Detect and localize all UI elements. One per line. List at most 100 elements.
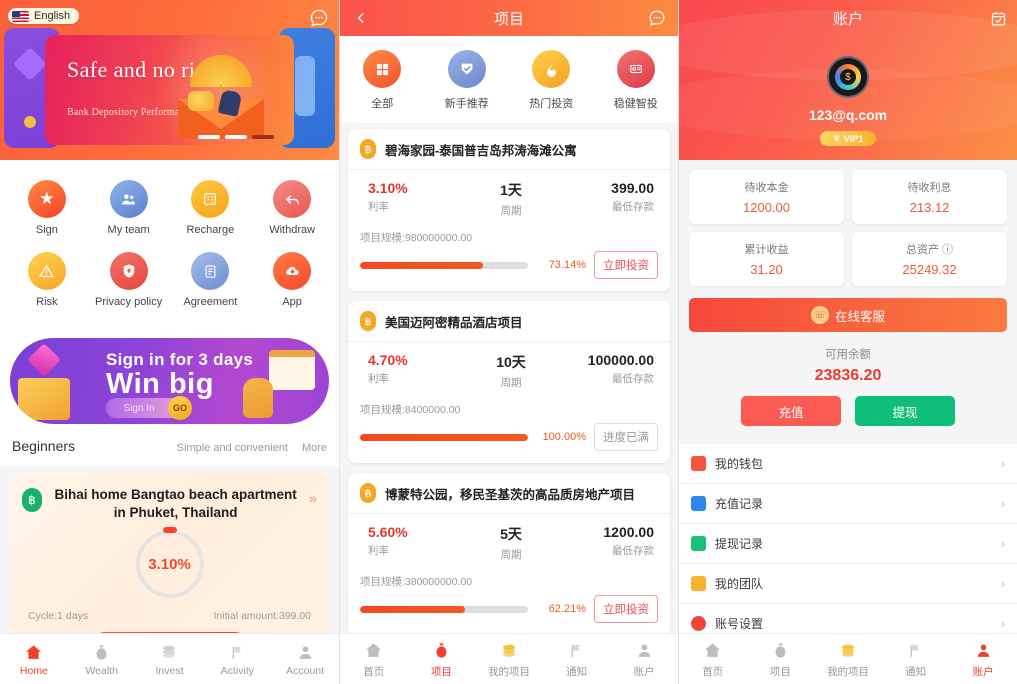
home-icon — [364, 640, 383, 662]
tab-label: Home — [19, 665, 48, 677]
tab-projects[interactable]: 项目 — [408, 640, 476, 679]
invest-now-button: 进度已满 — [594, 423, 658, 451]
beginner-card-cycle: Cycle:1 days — [28, 610, 89, 623]
project-cycle-label: 周期 — [500, 549, 522, 561]
progress-percent: 62.21% — [548, 603, 586, 615]
quick-action-risk[interactable]: Risk — [6, 246, 88, 318]
project-min-label: 最低存款 — [611, 373, 654, 385]
tab-account[interactable]: Account — [271, 641, 339, 677]
crown-icon: ♛ — [832, 133, 841, 143]
category-new-recommend[interactable]: 新手推荐 — [425, 50, 510, 111]
menu-item-withdraw-records[interactable]: 提现记录 › — [679, 524, 1017, 564]
shield-lock-icon — [109, 252, 148, 290]
chevron-right-icon: › — [1000, 616, 1005, 631]
project-rate-value: 5.60% — [368, 524, 408, 540]
project-rate-label: 利率 — [368, 373, 389, 385]
menu-item-my-wallet[interactable]: 我的钱包 › — [679, 444, 1017, 484]
chevron-double-right-icon[interactable]: » — [309, 490, 317, 506]
account-header: 账户 — [679, 0, 1017, 36]
quick-action-withdraw[interactable]: Withdraw — [251, 174, 333, 246]
withdraw-record-icon — [691, 536, 706, 551]
tab-notice[interactable]: 通知 — [882, 640, 950, 679]
project-cycle-label: 周期 — [500, 205, 522, 217]
account-stat-grid: 待收本金 1200.00 待收利息 213.12 累计收益 31.20 总资产 … — [679, 160, 1017, 296]
language-label: English — [34, 10, 71, 22]
quick-action-label: Agreement — [183, 296, 238, 308]
tab-invest[interactable]: Invest — [136, 641, 204, 677]
signin-promo-banner[interactable]: Sign in for 3 days Win big Sign In GO — [10, 338, 329, 424]
tab-projects[interactable]: 项目 — [747, 640, 815, 679]
stat-total-assets[interactable]: 总资产 ⓘ 25249.32 — [852, 232, 1007, 286]
project-card[interactable]: ฿ 美国迈阿密精品酒店项目 4.70% 利率 10天 周期 100000.00 … — [348, 301, 670, 463]
stat-pending-interest[interactable]: 待收利息 213.12 — [852, 170, 1007, 224]
projects-header: 项目 — [340, 0, 678, 36]
quick-action-app[interactable]: App — [251, 246, 333, 318]
project-min-label: 最低存款 — [611, 545, 654, 557]
account-tabbar: 首页 项目 我的项目 通知 账户 — [679, 633, 1017, 684]
flag-icon — [229, 641, 246, 663]
quick-action-my-team[interactable]: My team — [88, 174, 170, 246]
tab-home[interactable]: 首页 — [679, 640, 747, 679]
quick-action-privacy-policy[interactable]: Privacy policy — [88, 246, 170, 318]
category-hot-investment[interactable]: 热门投资 — [509, 50, 594, 111]
promo-go-button[interactable]: GO — [168, 396, 192, 420]
person-icon — [297, 641, 314, 663]
menu-item-recharge-records[interactable]: 充值记录 › — [679, 484, 1017, 524]
three-screen-montage: English Safe and no risk Bank Depository — [0, 0, 1017, 684]
bitcoin-icon: ฿ — [360, 311, 376, 331]
tab-account[interactable]: 账户 — [610, 640, 678, 679]
menu-item-my-team[interactable]: 我的团队 › — [679, 564, 1017, 604]
project-card[interactable]: ฿ 博蒙特公园，移民圣基茨的高品质房地产项目 5.60% 利率 5天 周期 12… — [348, 473, 670, 633]
beginner-card-initial-amount: Initial amount:399.00 — [213, 610, 311, 623]
money-card-icon — [616, 50, 655, 88]
coins-icon — [159, 641, 179, 663]
beginner-product-card[interactable]: ฿ Bihai home Bangtao beach apartment in … — [10, 472, 329, 633]
online-support-button[interactable]: ☏ 在线客服 — [689, 298, 1007, 332]
chevron-right-icon: › — [1000, 496, 1005, 511]
menu-item-account-settings[interactable]: 账号设置 › — [679, 604, 1017, 633]
dollar-avatar-icon: $ — [835, 64, 861, 90]
chat-bubble-icon[interactable] — [309, 8, 329, 28]
tab-notice[interactable]: 通知 — [543, 640, 611, 679]
chevron-left-icon[interactable] — [350, 11, 372, 25]
tab-label: 项目 — [430, 665, 452, 678]
tab-my-projects[interactable]: 我的项目 — [814, 640, 882, 679]
stat-cumulative-earnings[interactable]: 累计收益 31.20 — [689, 232, 844, 286]
chat-bubble-icon[interactable] — [646, 9, 668, 27]
avatar[interactable]: $ — [827, 56, 869, 98]
calendar-check-icon[interactable] — [990, 10, 1007, 27]
category-steady-smart[interactable]: 稳健智投 — [594, 50, 679, 111]
stat-pending-principal[interactable]: 待收本金 1200.00 — [689, 170, 844, 224]
stat-label: 待收利息 — [907, 182, 952, 194]
category-label: 热门投资 — [529, 98, 574, 110]
check-shield-icon — [447, 50, 486, 88]
project-rate-label: 利率 — [368, 545, 389, 557]
section-more-link[interactable]: More — [302, 442, 327, 454]
invest-now-button[interactable]: 立即投资 — [594, 251, 658, 279]
withdraw-button[interactable]: 提现 — [855, 396, 955, 426]
vip-label: VIP1 — [843, 133, 864, 144]
home-hero-banner[interactable]: English Safe and no risk Bank Depository — [0, 0, 339, 160]
tab-account[interactable]: 账户 — [949, 640, 1017, 679]
project-card[interactable]: ฿ 碧海家园-泰国普吉岛邦涛海滩公寓 3.10% 利率 1天 周期 399.00… — [348, 129, 670, 291]
hero-main-card[interactable]: Safe and no risk Bank Depository Perform… — [45, 35, 294, 145]
quick-action-agreement[interactable]: Agreement — [170, 246, 252, 318]
person-icon — [636, 640, 653, 662]
recharge-button[interactable]: 充值 — [741, 396, 841, 426]
quick-action-recharge[interactable]: Recharge — [170, 174, 252, 246]
invest-now-button[interactable]: 立即投资 — [594, 595, 658, 623]
tab-home[interactable]: 首页 — [340, 640, 408, 679]
headset-icon: ☏ — [810, 306, 829, 324]
tab-wealth[interactable]: Wealth — [68, 641, 136, 677]
tab-home[interactable]: Home — [0, 641, 68, 677]
progress-percent: 100.00% — [542, 431, 586, 443]
quick-action-sign[interactable]: ★ Sign — [6, 174, 88, 246]
category-all[interactable]: 全部 — [340, 50, 425, 111]
language-selector[interactable]: English — [8, 8, 80, 24]
project-rate-value: 4.70% — [368, 352, 408, 368]
tab-activity[interactable]: Activity — [203, 641, 271, 677]
stat-value: 25249.32 — [902, 262, 957, 277]
tab-my-projects[interactable]: 我的项目 — [475, 640, 543, 679]
chevron-right-icon: › — [1000, 576, 1005, 591]
project-name: 碧海家园-泰国普吉岛邦涛海滩公寓 — [385, 143, 577, 158]
